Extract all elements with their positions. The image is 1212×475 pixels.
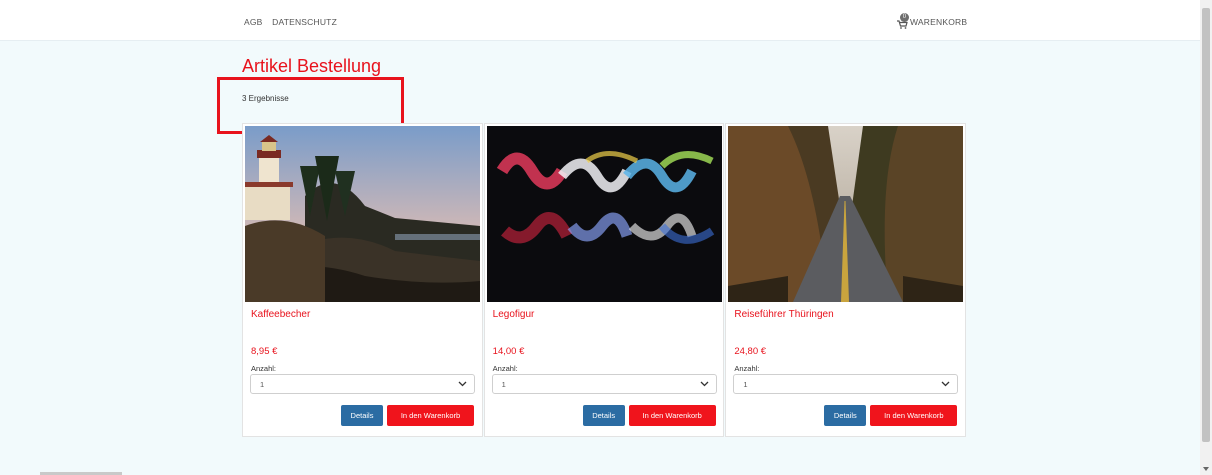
add-to-cart-button[interactable]: In den Warenkorb (628, 405, 716, 426)
product-price: 24,80 € (734, 346, 767, 357)
quantity-label: Anzahl: (251, 364, 277, 373)
page-title: Artikel Bestellung (242, 56, 382, 76)
product-card: Reiseführer Thüringen 24,80 € Anzahl: 1 … (725, 123, 967, 437)
product-name[interactable]: Reiseführer Thüringen (734, 309, 833, 320)
product-image-lighthouse[interactable] (245, 126, 480, 302)
chevron-down-icon (700, 381, 709, 387)
product-card: Kaffeebecher 8,95 € Anzahl: 1 Details In… (242, 123, 483, 437)
quantity-value: 1 (743, 380, 748, 389)
product-price: 8,95 € (251, 346, 278, 357)
quantity-select[interactable]: 1 (250, 374, 475, 394)
add-to-cart-button[interactable]: In den Warenkorb (387, 405, 474, 426)
top-navigation-bar: AGB DATENSCHUTZ 0 WARENKORB (0, 0, 1200, 41)
agb-link[interactable]: AGB (244, 17, 263, 27)
product-name[interactable]: Legofigur (493, 309, 535, 320)
cart-link[interactable]: 0 WARENKORB (897, 12, 967, 32)
quantity-value: 1 (501, 380, 506, 389)
add-to-cart-button[interactable]: In den Warenkorb (870, 405, 958, 426)
quantity-label: Anzahl: (492, 364, 518, 373)
quantity-value: 1 (260, 380, 265, 389)
details-button[interactable]: Details (824, 405, 867, 426)
result-count: 3 Ergebnisse (242, 94, 289, 103)
details-button[interactable]: Details (341, 405, 383, 426)
details-button[interactable]: Details (582, 405, 625, 426)
datenschutz-link[interactable]: DATENSCHUTZ (272, 17, 337, 27)
chevron-down-icon (941, 381, 950, 387)
product-grid: Kaffeebecher 8,95 € Anzahl: 1 Details In… (242, 123, 967, 437)
product-name[interactable]: Kaffeebecher (251, 309, 310, 320)
cart-label: WARENKORB (910, 17, 968, 27)
quantity-label: Anzahl: (734, 364, 760, 373)
main-content: Artikel Bestellung 3 Ergebnisse Kaffeebe… (0, 41, 1200, 475)
cart-icon: 0 (897, 13, 909, 29)
chevron-down-icon (458, 381, 467, 387)
product-card: Legofigur 14,00 € Anzahl: 1 Details In d… (483, 123, 725, 437)
footer-links: AGB DATENSCHUTZ (244, 17, 344, 27)
product-image-light-painting[interactable] (486, 126, 722, 302)
product-price: 14,00 € (492, 346, 525, 357)
scroll-down-arrow-icon[interactable] (1202, 466, 1210, 472)
scrollbar-thumb[interactable] (1202, 8, 1210, 442)
quantity-select[interactable]: 1 (491, 374, 717, 394)
quantity-select[interactable]: 1 (733, 374, 959, 394)
product-image-forest-road[interactable] (728, 126, 964, 302)
